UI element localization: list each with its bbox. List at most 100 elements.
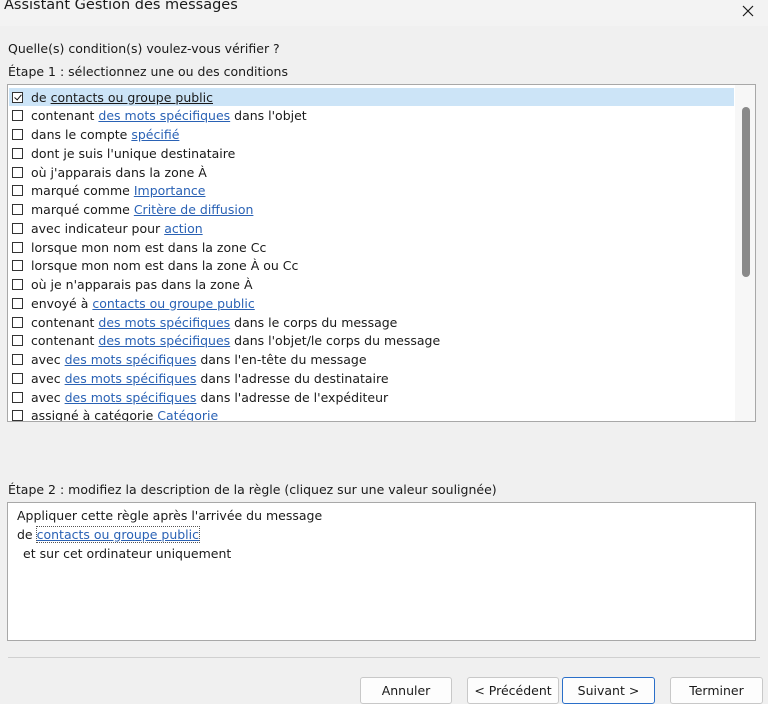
condition-text-before: dans le compte [31, 127, 132, 142]
condition-link[interactable]: des mots spécifiques [65, 352, 197, 367]
condition-row[interactable]: avec des mots spécifiques dans l'adresse… [9, 369, 734, 387]
condition-text-before: assigné à catégorie [31, 408, 158, 422]
condition-text-after: dans le corps du message [230, 314, 398, 330]
condition-row[interactable]: contenant des mots spécifiques dans l'ob… [9, 332, 734, 350]
condition-text: marqué comme Critère de diffusion [31, 202, 253, 217]
condition-checkbox[interactable] [12, 166, 23, 178]
condition-row[interactable]: lorsque mon nom est dans la zone Cc [9, 238, 734, 256]
condition-text: avec indicateur pour action [31, 221, 203, 236]
condition-row[interactable]: marqué comme Importance [9, 182, 734, 200]
condition-checkbox[interactable] [12, 204, 23, 215]
condition-checkbox[interactable] [12, 222, 23, 234]
scrollbar-thumb[interactable] [742, 107, 750, 277]
cancel-button[interactable]: Annuler [360, 677, 452, 704]
condition-link[interactable]: des mots spécifiques [65, 371, 197, 386]
conditions-list[interactable]: de contacts ou groupe public contenant de… [7, 84, 756, 422]
condition-text-before: avec indicateur pour [31, 220, 165, 236]
condition-row[interactable]: contenant des mots spécifiques dans l'ob… [9, 107, 734, 125]
finish-button[interactable]: Terminer [670, 677, 763, 704]
condition-text-before: lorsque mon nom est dans la zone Cc [31, 239, 267, 255]
condition-text-before: dont je suis l'unique destinataire [31, 145, 236, 161]
condition-text: assigné à catégorie Catégorie [31, 408, 218, 422]
condition-text-before: où j'apparais dans la zone À [31, 164, 207, 180]
condition-text-before: contenant [31, 314, 99, 330]
condition-link[interactable]: contacts ou groupe public [92, 296, 254, 311]
condition-link[interactable]: action [164, 221, 202, 236]
condition-checkbox[interactable] [12, 297, 23, 309]
condition-checkbox[interactable] [12, 241, 23, 253]
condition-text-before: marqué comme [31, 183, 134, 199]
condition-row[interactable]: où j'apparais dans la zone À [9, 163, 734, 181]
condition-checkbox[interactable] [12, 147, 23, 159]
condition-text: dans le compte spécifié [31, 127, 179, 142]
title-bar: Assistant Gestion des messages [0, 0, 768, 26]
condition-link[interactable]: Importance [134, 183, 206, 198]
description-line-3: et sur cet ordinateur uniquement [23, 546, 232, 561]
condition-text-after: dans l'adresse de l'expéditeur [196, 389, 389, 405]
condition-checkbox[interactable] [12, 391, 23, 403]
condition-text: où je n'apparais pas dans la zone À [31, 277, 253, 292]
condition-row[interactable]: contenant des mots spécifiques dans le c… [9, 313, 734, 331]
close-button[interactable] [728, 0, 768, 22]
condition-link[interactable]: des mots spécifiques [98, 315, 230, 330]
condition-row[interactable]: avec des mots spécifiques dans l'adresse… [9, 388, 734, 406]
condition-checkbox[interactable] [12, 185, 23, 197]
condition-checkbox[interactable] [12, 129, 23, 140]
condition-text-before: avec [31, 370, 65, 386]
condition-row[interactable]: avec indicateur pour action [9, 219, 734, 237]
condition-text-before: avec [31, 389, 65, 405]
condition-checkbox[interactable] [12, 354, 23, 365]
next-button[interactable]: Suivant > [562, 677, 655, 704]
condition-text: avec des mots spécifiques dans l'adresse… [31, 390, 388, 405]
condition-link[interactable]: des mots spécifiques [98, 108, 230, 123]
condition-text: envoyé à contacts ou groupe public [31, 296, 255, 311]
step2-label: Étape 2 : modifiez la description de la … [8, 482, 497, 497]
condition-text: avec des mots spécifiques dans l'adresse… [31, 371, 389, 386]
rule-description-box: Appliquer cette règle après l'arrivée du… [7, 502, 756, 641]
condition-link[interactable]: Critère de diffusion [134, 202, 254, 217]
condition-row[interactable]: où je n'apparais pas dans la zone À [9, 276, 734, 294]
condition-text-before: contenant [31, 108, 99, 124]
condition-checkbox[interactable] [12, 335, 23, 347]
description-line-1: Appliquer cette règle après l'arrivée du… [17, 508, 323, 523]
condition-link[interactable]: des mots spécifiques [98, 333, 230, 348]
condition-checkbox[interactable] [12, 279, 23, 290]
condition-checkbox[interactable] [12, 316, 23, 328]
condition-row[interactable]: marqué comme Critère de diffusion [9, 201, 734, 219]
condition-row[interactable]: dans le compte spécifié [9, 126, 734, 144]
condition-row[interactable]: de contacts ou groupe public [9, 88, 734, 106]
condition-text: de contacts ou groupe public [31, 90, 213, 105]
condition-link[interactable]: Catégorie [157, 408, 218, 421]
window-title: Assistant Gestion des messages [4, 0, 238, 13]
condition-row[interactable]: assigné à catégorie Catégorie [9, 407, 734, 422]
condition-link[interactable]: contacts ou groupe public [51, 90, 213, 105]
condition-row[interactable]: envoyé à contacts ou groupe public [9, 294, 734, 312]
step1-label: Étape 1 : sélectionnez une ou des condit… [8, 64, 288, 79]
condition-checkbox[interactable] [12, 372, 23, 384]
previous-button[interactable]: < Précédent [467, 677, 559, 704]
condition-text-before: de [31, 89, 51, 105]
description-prefix: de [17, 527, 37, 542]
conditions-scrollbar[interactable] [735, 85, 755, 421]
condition-text: contenant des mots spécifiques dans l'ob… [31, 108, 307, 123]
condition-text-before: lorsque mon nom est dans la zone À ou Cc [31, 258, 299, 274]
condition-text-after: dans l'objet [230, 108, 307, 124]
condition-checkbox[interactable] [12, 410, 23, 421]
condition-text: contenant des mots spécifiques dans l'ob… [31, 333, 440, 348]
condition-link[interactable]: des mots spécifiques [65, 390, 197, 405]
condition-text-after: dans l'objet/le corps du message [230, 333, 441, 349]
condition-text-before: envoyé à [31, 295, 93, 311]
condition-checkbox[interactable] [12, 91, 23, 103]
condition-text-after: dans l'adresse du destinataire [196, 370, 389, 386]
condition-text: lorsque mon nom est dans la zone Cc [31, 240, 266, 255]
condition-row[interactable]: dont je suis l'unique destinataire [9, 144, 734, 162]
condition-row[interactable]: avec des mots spécifiques dans l'en-tête… [9, 351, 734, 369]
description-link-contacts[interactable]: contacts ou groupe public [35, 526, 201, 543]
condition-checkbox[interactable] [12, 110, 23, 122]
condition-text-before: marqué comme [31, 202, 134, 217]
condition-row[interactable]: lorsque mon nom est dans la zone À ou Cc [9, 257, 734, 275]
condition-link[interactable]: spécifié [131, 127, 179, 142]
condition-checkbox[interactable] [12, 260, 23, 272]
condition-text-before: contenant [31, 333, 99, 349]
condition-text: dont je suis l'unique destinataire [31, 146, 235, 161]
